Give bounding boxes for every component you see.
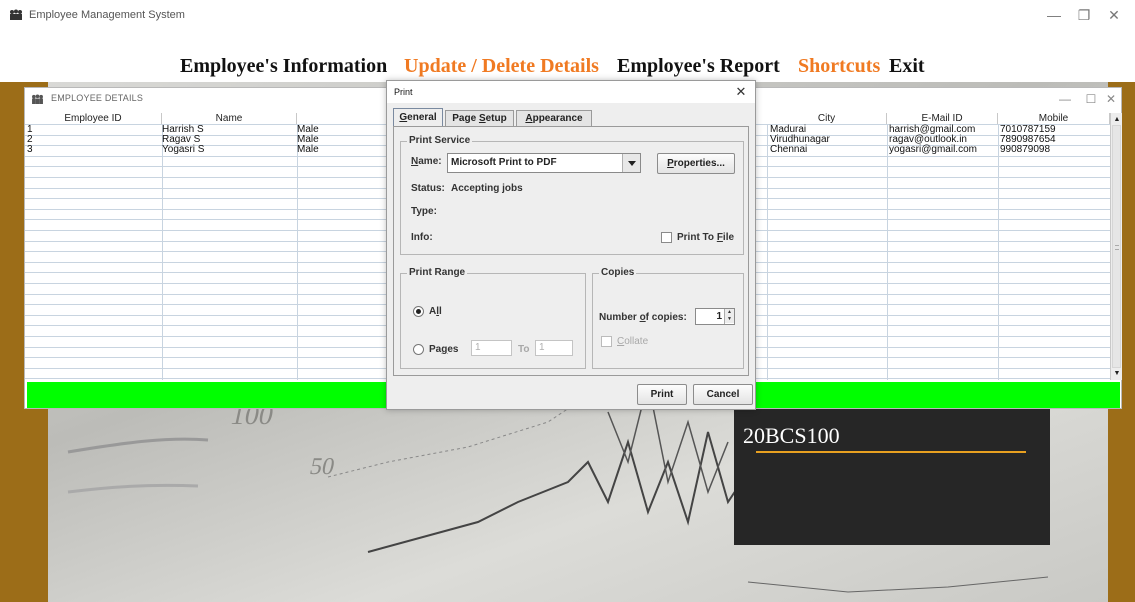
column-header-mobile[interactable]: Mobile [998,113,1110,124]
cell-name: Yogasri S [162,144,205,155]
spinner-down-icon[interactable]: ▼ [725,316,734,323]
app-icon [10,9,22,20]
column-header-name[interactable]: Name [162,113,297,124]
menu-shortcuts[interactable]: Shortcuts [798,50,880,82]
cell-city: Chennai [770,144,808,155]
pages-radio[interactable] [413,344,424,355]
scroll-thumb[interactable] [1112,125,1121,368]
print-service-title: Print Service [407,135,473,146]
close-icon[interactable]: ✕ [733,84,749,100]
properties-button[interactable]: Properties... [657,153,735,174]
pages-to-input[interactable]: 1 [535,340,573,356]
column-header-employee-id[interactable]: Employee ID [25,113,162,124]
number-of-copies-label: Number of copies: [599,312,687,323]
grid-column-line [297,124,298,380]
printer-name-value: Microsoft Print to PDF [451,157,557,168]
chevron-down-icon[interactable] [622,154,640,172]
print-button[interactable]: Print [637,384,687,405]
print-range-title: Print Range [407,267,468,278]
print-service-group: Print Service Name: Microsoft Print to P… [400,135,744,255]
status-value: Accepting jobs [451,183,523,194]
window-titlebar: Employee Management System — ❐ ✕ [0,0,1135,30]
column-header-city[interactable]: City [767,113,887,124]
cell-email: yogasri@gmail.com [889,144,977,155]
tab-page-setup[interactable]: Page Setup [445,110,514,127]
table-vertical-scrollbar[interactable]: ▲ ▼ [1110,113,1122,380]
employee-window-icon [32,94,43,104]
menu-exit[interactable]: Exit [889,50,925,82]
cell-gender: Male [297,144,319,155]
print-dialog-title: Print [394,87,413,97]
info-box-divider [756,451,1026,453]
menu-employee-information[interactable]: Employee's Information [180,50,387,82]
scroll-grip-icon [1115,245,1119,250]
spinner-buttons[interactable]: ▲ ▼ [724,309,734,324]
name-label: Name: [411,156,442,167]
employee-window-title: EMPLOYEE DETAILS [51,93,144,103]
number-of-copies-value: 1 [716,311,722,322]
pages-from-input[interactable]: 1 [471,340,512,356]
tab-general[interactable]: General [393,108,443,127]
print-to-file-label[interactable]: Print To File [677,232,734,243]
scroll-down-icon[interactable]: ▼ [1112,369,1122,379]
close-icon[interactable]: ✕ [1100,6,1128,24]
all-pages-radio[interactable] [413,306,424,317]
scroll-up-icon[interactable]: ▲ [1112,115,1122,125]
grid-column-line [998,124,999,380]
menu-bar: Employee's Information Update / Delete D… [0,50,1135,82]
minimize-icon[interactable]: — [1053,91,1077,107]
grid-column-line [767,124,768,380]
grid-column-line [162,124,163,380]
restore-icon[interactable]: ❐ [1070,6,1098,24]
info-box-line-2: 20BCS100 [743,423,840,448]
cell-mobile: 990879098 [1000,144,1051,155]
pages-to-label: To [518,344,530,355]
tab-appearance[interactable]: Appearance [516,110,592,127]
copies-title: Copies [599,267,637,278]
print-to-file-checkbox[interactable] [661,232,672,243]
pages-label[interactable]: Pages [429,344,458,355]
column-header-email[interactable]: E-Mail ID [887,113,998,124]
copies-group: Copies Number of copies: 1 ▲ ▼ Collate [592,267,744,369]
info-label: Info: [411,232,433,243]
general-tab-panel: Print Service Name: Microsoft Print to P… [393,126,749,376]
printer-name-select[interactable]: Microsoft Print to PDF [447,153,641,173]
window-title: Employee Management System [29,9,185,21]
close-icon[interactable]: ✕ [1099,91,1123,107]
cancel-button[interactable]: Cancel [693,384,753,405]
status-label: Status: [411,183,445,194]
info-box: II CSE – B 20BCS100 [734,385,1050,545]
collate-label[interactable]: Collate [617,336,648,347]
menu-update-delete-details[interactable]: Update / Delete Details [404,50,599,82]
spinner-up-icon[interactable]: ▲ [725,309,734,316]
print-dialog-titlebar: Print ✕ [387,81,755,103]
print-dialog: Print ✕ General Page Setup Appearance Pr… [386,80,756,410]
collate-checkbox[interactable] [601,336,612,347]
grid-column-line [887,124,888,380]
cell-employee-id: 3 [27,144,33,155]
number-of-copies-spinner[interactable]: 1 ▲ ▼ [695,308,735,325]
all-pages-label[interactable]: All [429,306,442,317]
menu-employee-report[interactable]: Employee's Report [617,50,780,82]
print-range-group: Print Range All Pages 1 To 1 [400,267,586,369]
type-label: Type: [411,206,437,217]
minimize-icon[interactable]: — [1040,6,1068,24]
